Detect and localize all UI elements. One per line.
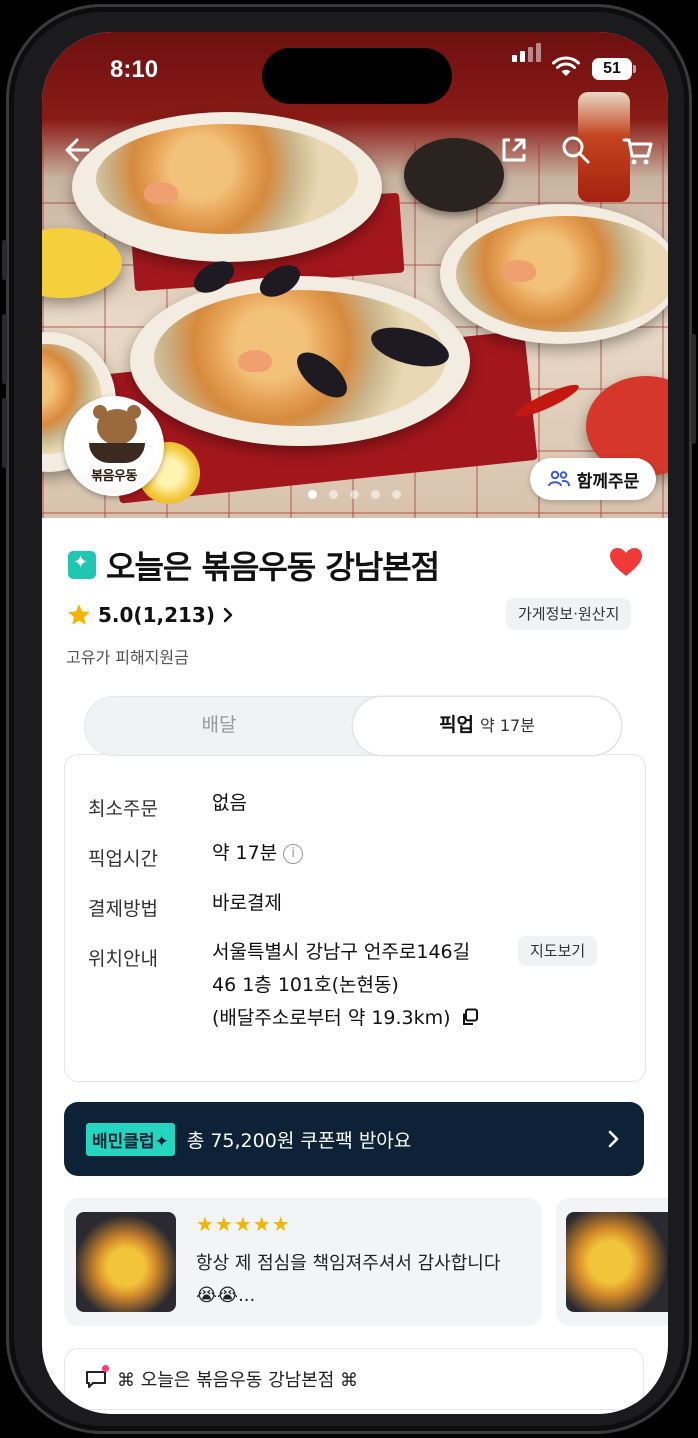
- copy-icon[interactable]: [461, 1008, 479, 1026]
- carousel-dot: [392, 490, 401, 499]
- group-order-button[interactable]: 함께주문: [530, 458, 656, 500]
- tab-delivery[interactable]: 배달: [85, 697, 353, 755]
- carousel-indicator: [308, 490, 401, 499]
- cart-icon[interactable]: [620, 132, 656, 168]
- tab-pickup-label: 픽업: [439, 714, 475, 736]
- dynamic-island: [262, 48, 452, 104]
- order-type-tabs: 배달 픽업 약 17분: [84, 696, 622, 756]
- tab-pickup-eta: 약 17분: [480, 716, 535, 735]
- favorite-heart-icon[interactable]: [608, 546, 644, 578]
- mute-switch: [2, 240, 7, 280]
- store-title-row: 오늘은 볶음우동 강남본점: [68, 542, 440, 588]
- pasta-dish: [456, 216, 668, 332]
- pickup-info-list: 최소주문 없음 픽업시간 약 17분 i 결제방법 바로결제 위치안내 서울특별시…: [88, 794, 628, 1054]
- address-block: 서울특별시 강남구 언주로146길 46 1층 101호(논현동) (배달주소로…: [212, 936, 512, 1035]
- info-row-location: 위치안내 서울특별시 강남구 언주로146길 46 1층 101호(논현동) (…: [88, 936, 628, 1054]
- notice-text: ⌘ 오늘은 볶음우동 강남본점 ⌘: [117, 1370, 359, 1391]
- back-arrow-icon[interactable]: [60, 132, 96, 168]
- review-photo: [76, 1212, 176, 1312]
- logo-text: 볶음우동: [91, 469, 137, 484]
- info-key: 최소주문: [88, 798, 158, 820]
- info-value: 없음: [212, 792, 247, 814]
- share-icon[interactable]: [496, 132, 532, 168]
- screen: 8:10 51 볶음우동 함께주문 ✦ 오늘은 볶음우동 강남본점 5.0(1,…: [42, 32, 668, 1414]
- star-icon: [68, 604, 90, 625]
- people-icon: [547, 470, 570, 487]
- carousel-dot: [350, 490, 359, 499]
- power-button: [691, 334, 696, 444]
- group-order-label: 함께주문: [576, 471, 640, 492]
- club-banner-text: 총 75,200원 쿠폰팩 받아요: [186, 1129, 412, 1152]
- review-card[interactable]: ★★★★★ 항상 제 점심을 책임져주셔서 감사합니다 😭😭...: [64, 1198, 542, 1326]
- info-value: 바로결제: [212, 892, 282, 914]
- store-notice[interactable]: ⌘ 오늘은 볶음우동 강남본점 ⌘: [64, 1348, 644, 1410]
- info-key: 위치안내: [88, 948, 158, 970]
- status-time: 8:10: [110, 56, 159, 83]
- tab-pickup[interactable]: 픽업 약 17분: [353, 697, 621, 755]
- tab-delivery-label: 배달: [201, 714, 237, 736]
- baemin-club-logo: 배민클럽✦: [86, 1122, 175, 1156]
- store-logo: 볶음우동: [64, 396, 164, 496]
- distance-text: (배달주소로부터 약 19.3km): [212, 1007, 451, 1029]
- info-key: 결제방법: [88, 898, 158, 920]
- rating-summary[interactable]: 5.0(1,213): [66, 602, 235, 628]
- review-stars: ★★★★★: [196, 1212, 291, 1236]
- info-row-pickup-time: 픽업시간 약 17분 i: [88, 844, 628, 894]
- review-text: 항상 제 점심을 책임져주셔서 감사합니다 😭😭...: [196, 1253, 501, 1306]
- shrimp: [238, 350, 272, 372]
- review-photo: [566, 1212, 668, 1312]
- volume-up-button: [2, 314, 7, 384]
- volume-down-button: [2, 398, 7, 468]
- chevron-right-icon: [608, 1130, 619, 1148]
- bear-mascot: [97, 409, 137, 445]
- info-icon[interactable]: i: [283, 844, 304, 864]
- rating-value: 5.0(1,213): [98, 603, 215, 627]
- store-detail: 오늘은 볶음우동 강남본점 5.0(1,213) 가게정보·원산지 고유가 피해…: [42, 518, 668, 1414]
- shrimp: [144, 182, 178, 204]
- address-line: 서울특별시 강남구 언주로146길: [212, 941, 471, 963]
- info-key: 픽업시간: [88, 848, 158, 870]
- review-card[interactable]: [556, 1198, 668, 1326]
- battery-indicator: 51: [592, 58, 636, 80]
- store-name: 오늘은 볶음우동 강남본점: [106, 548, 440, 586]
- carousel-dot: [308, 490, 317, 499]
- sparkle-badge-icon: [68, 551, 96, 579]
- info-row-min-order: 최소주문 없음: [88, 794, 628, 844]
- info-value-wrap: 약 17분 i: [212, 844, 512, 864]
- udon-bowl: [89, 443, 145, 463]
- store-subtitle: 고유가 피해지원금: [66, 648, 189, 667]
- new-dot: [102, 1365, 109, 1372]
- wifi-icon: [552, 56, 580, 76]
- carousel-dot: [329, 490, 338, 499]
- baemin-club-banner[interactable]: 배민클럽✦ 총 75,200원 쿠폰팩 받아요: [64, 1102, 644, 1176]
- info-value: 약 17분: [212, 842, 278, 864]
- store-hero-image[interactable]: 8:10 51 볶음우동 함께주문: [42, 32, 668, 518]
- carousel-dot: [371, 490, 380, 499]
- address-line: 46 1층 101호(논현동): [212, 974, 399, 996]
- shrimp: [502, 260, 536, 282]
- olive-bowl: [404, 138, 504, 212]
- phone-frame: 8:10 51 볶음우동 함께주문 ✦ 오늘은 볶음우동 강남본점 5.0(1,…: [2, 4, 696, 1434]
- pasta-dish: [96, 124, 358, 234]
- view-map-button[interactable]: 지도보기: [518, 936, 598, 966]
- search-icon[interactable]: [558, 132, 594, 168]
- chevron-right-icon: [223, 607, 233, 623]
- distance-line: (배달주소로부터 약 19.3km): [212, 1002, 512, 1035]
- store-info-button[interactable]: 가게정보·원산지: [506, 598, 632, 630]
- megaphone-icon: [85, 1365, 109, 1389]
